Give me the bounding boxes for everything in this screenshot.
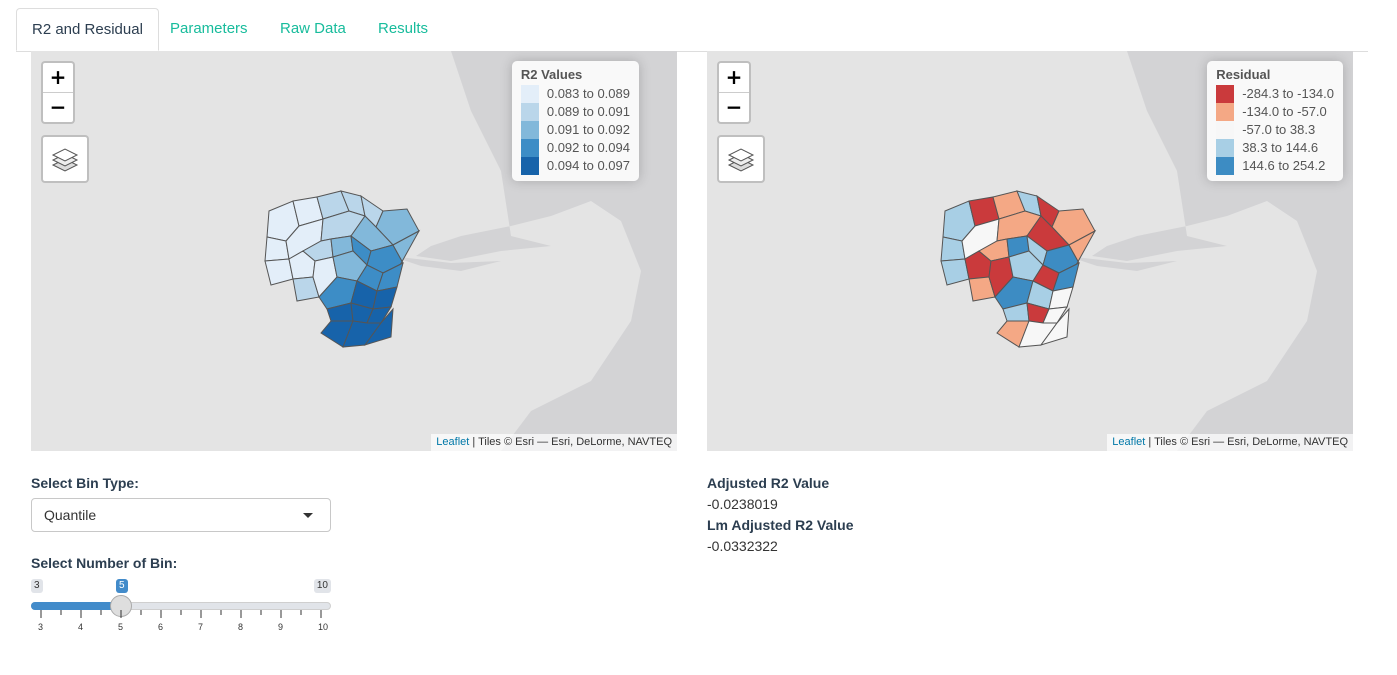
tab-parameters[interactable]: Parameters	[170, 8, 248, 50]
r2-map[interactable]: + − R2 Values 0.083 to 0.089 0.089 to 0.0…	[31, 51, 677, 451]
legend-item: 0.092 to 0.094	[520, 139, 630, 157]
zoom-control: + −	[717, 61, 751, 124]
tab-raw-data[interactable]: Raw Data	[280, 8, 346, 50]
bin-type-label: Select Bin Type:	[31, 475, 139, 491]
legend-swatch	[1216, 103, 1235, 121]
layers-icon	[727, 148, 755, 172]
borough-polygon[interactable]	[940, 236, 966, 262]
slider-tick-label: 7	[198, 622, 204, 632]
attribution: Leaflet | Tiles © Esri — Esri, DeLorme, …	[431, 434, 677, 451]
zoom-in-button[interactable]: +	[719, 63, 749, 93]
lm-adjusted-r2-label: Lm Adjusted R2 Value	[707, 517, 854, 533]
tiles-credit: | Tiles © Esri — Esri, DeLorme, NAVTEQ	[1145, 436, 1348, 448]
layers-button[interactable]	[717, 135, 765, 183]
legend-label: -284.3 to -134.0	[1242, 86, 1334, 101]
legend-swatch	[1216, 139, 1235, 157]
legend-swatch	[1216, 157, 1235, 175]
tab-r2-and-residual[interactable]: R2 and Residual	[16, 8, 159, 51]
layers-icon	[51, 148, 79, 172]
zoom-out-button[interactable]: −	[719, 93, 749, 122]
legend-item: 0.083 to 0.089	[520, 85, 630, 103]
legend-item: 38.3 to 144.6	[1216, 139, 1334, 157]
legend-item: -284.3 to -134.0	[1216, 85, 1334, 103]
legend-item: 0.091 to 0.092	[520, 121, 630, 139]
slider-max-label: 10	[313, 579, 331, 593]
legend-label: 38.3 to 144.6	[1242, 140, 1319, 155]
leaflet-link[interactable]: Leaflet	[436, 436, 469, 448]
legend-item: -57.0 to 38.3	[1216, 121, 1334, 139]
tab-results[interactable]: Results	[378, 8, 428, 50]
slider-fill	[31, 602, 121, 610]
slider-ticks	[40, 610, 322, 618]
borough-polygon[interactable]	[264, 236, 290, 262]
r2-legend: R2 Values 0.083 to 0.089 0.089 to 0.091 0.…	[511, 61, 639, 181]
layers-button[interactable]	[41, 135, 89, 183]
zoom-in-button[interactable]: +	[43, 63, 73, 93]
slider-tick-label: 9	[278, 622, 284, 632]
residual-map[interactable]: + − Residual -284.3 to -134.0 -134.0 to -…	[707, 51, 1353, 451]
legend-swatch	[1216, 121, 1235, 139]
bin-number-label: Select Number of Bin:	[31, 555, 178, 571]
lm-adjusted-r2-value: -0.0332322	[707, 538, 778, 554]
zoom-control: + −	[41, 61, 75, 124]
zoom-out-button[interactable]: −	[43, 93, 73, 122]
slider-min-label: 3	[31, 579, 43, 593]
slider-value-label: 5	[116, 579, 128, 593]
legend-swatch	[520, 85, 539, 103]
bin-number-slider[interactable]: 3 10 5 3 4 5 6 7 8 9 10	[31, 576, 331, 636]
chevron-down-icon	[303, 513, 313, 518]
legend-item: 144.6 to 254.2	[1216, 157, 1334, 175]
legend-label: 0.094 to 0.097	[546, 158, 630, 173]
legend-label: -57.0 to 38.3	[1242, 122, 1316, 137]
slider-tick-label: 8	[238, 622, 244, 632]
legend-swatch	[520, 157, 539, 175]
legend-label: 0.092 to 0.094	[546, 140, 630, 155]
slider-tick-label: 10	[318, 622, 329, 632]
legend-label: -134.0 to -57.0	[1242, 104, 1327, 119]
bin-type-select[interactable]: Quantile	[31, 498, 331, 532]
legend-label: 0.091 to 0.092	[546, 122, 630, 137]
legend-label: 0.083 to 0.089	[546, 86, 630, 101]
adjusted-r2-value: -0.0238019	[707, 496, 778, 512]
legend-label: 0.089 to 0.091	[546, 104, 630, 119]
legend-swatch	[520, 121, 539, 139]
legend-item: -134.0 to -57.0	[1216, 103, 1334, 121]
legend-item: 0.094 to 0.097	[520, 157, 630, 175]
tiles-credit: | Tiles © Esri — Esri, DeLorme, NAVTEQ	[469, 436, 672, 448]
legend-swatch	[520, 139, 539, 157]
legend-label: 144.6 to 254.2	[1242, 158, 1326, 173]
slider-tick-label: 5	[118, 622, 124, 632]
legend-swatch	[1216, 85, 1235, 103]
legend-swatch	[520, 103, 539, 121]
tab-bar: R2 and Residual Parameters Raw Data Resu…	[16, 8, 1368, 52]
legend-item: 0.089 to 0.091	[520, 103, 630, 121]
attribution: Leaflet | Tiles © Esri — Esri, DeLorme, …	[1107, 434, 1353, 451]
bin-type-value: Quantile	[44, 507, 97, 523]
residual-legend: Residual -284.3 to -134.0 -134.0 to -57.0…	[1207, 61, 1343, 181]
slider-tick-label: 4	[78, 622, 84, 632]
slider-tick-label: 3	[38, 622, 44, 632]
slider-tick-label: 6	[158, 622, 164, 632]
leaflet-link[interactable]: Leaflet	[1112, 436, 1145, 448]
adjusted-r2-label: Adjusted R2 Value	[707, 475, 830, 491]
legend-title: R2 Values	[520, 67, 583, 82]
legend-title: Residual	[1216, 67, 1271, 82]
